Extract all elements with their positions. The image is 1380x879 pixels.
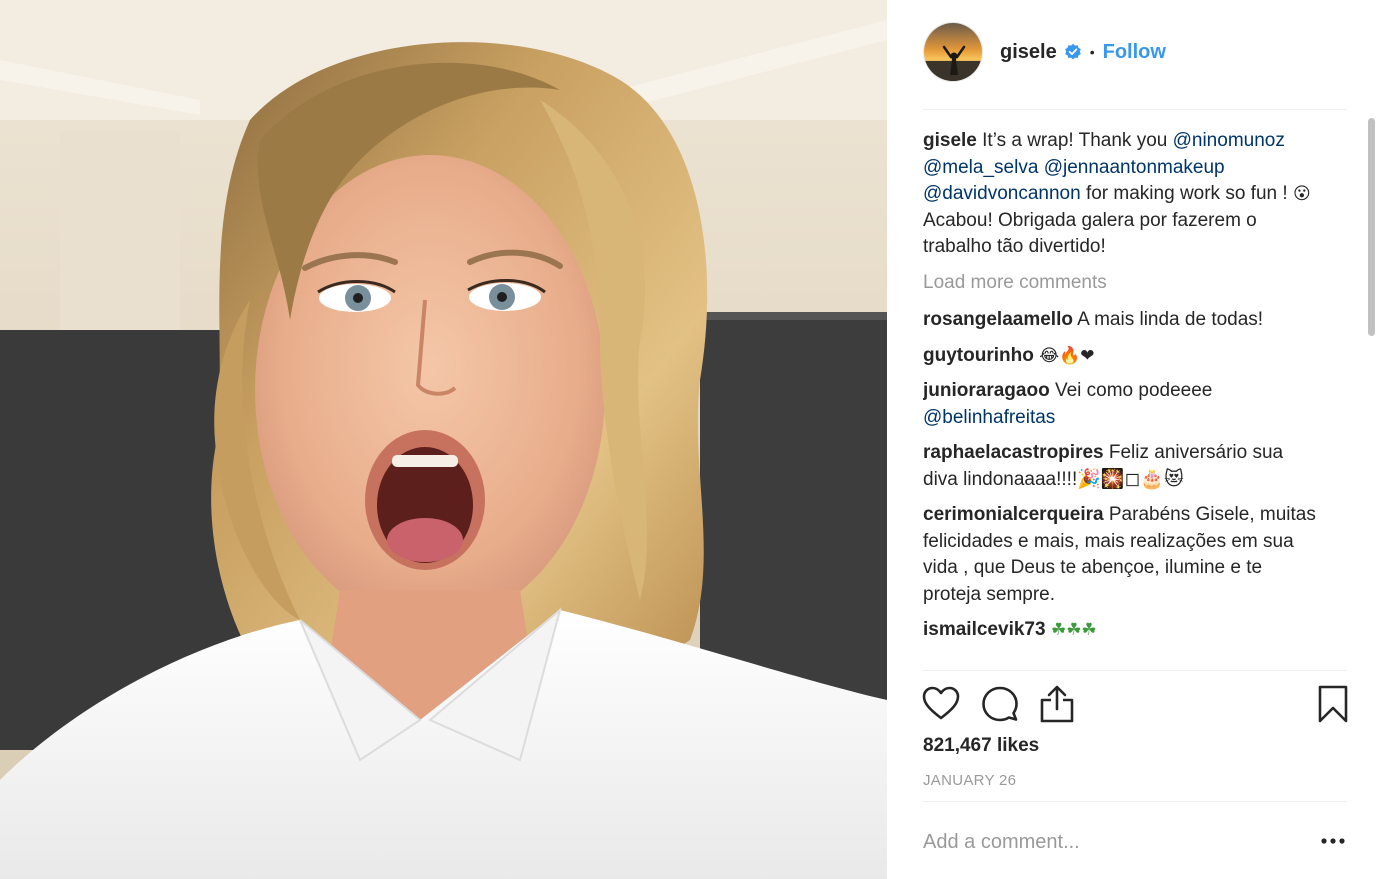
share-button[interactable] [1037,684,1077,724]
footer-divider [923,801,1347,802]
list-item: raphaelacastropires Feliz aniversário su… [923,440,1323,493]
scrollbar-thumb[interactable] [1368,118,1375,336]
list-item: rosangelaamello A mais linda de todas! [923,307,1323,334]
load-more-comments-button[interactable]: Load more comments [923,270,1323,297]
caption-username[interactable]: gisele [923,130,977,151]
mention-link[interactable]: @belinhafreitas [923,407,1055,428]
ellipsis-icon [1321,838,1345,844]
caption-text: for making work so fun ! [1080,183,1293,204]
comment-username[interactable]: cerimonialcerqueira [923,504,1104,525]
avatar-image [924,23,982,81]
comment-username[interactable]: ismailcevik73 [923,619,1046,640]
mention-link[interactable]: @davidvoncannon [923,183,1081,204]
post-photo-illustration [0,0,887,879]
comment-username[interactable]: rosangelaamello [923,309,1073,330]
comments-list[interactable]: gisele It’s a wrap! Thank you @ninomunoz… [923,128,1323,670]
comment-username[interactable]: junioraragaoo [923,380,1050,401]
likes-count[interactable]: 821,467 likes [923,735,1039,757]
comment-text: A mais linda de todas! [1072,309,1264,330]
comment-text: ☘☘☘ [1045,620,1097,640]
comment-bubble-icon [982,686,1018,722]
comment-button[interactable] [980,684,1020,724]
header-separator: • [1089,44,1095,60]
post-photo[interactable] [0,0,887,879]
list-item: cerimonialcerqueira Parabéns Gisele, mui… [923,502,1323,608]
like-button[interactable] [921,684,961,724]
comment-text: 😂🔥❤ [1033,345,1095,366]
caption-emoji: 😮 [1292,184,1311,204]
post-caption: gisele It’s a wrap! Thank you @ninomunoz… [923,128,1323,261]
add-comment-input[interactable] [923,826,1253,858]
comment-text: Vei como podeeee [1049,380,1213,401]
mention-link[interactable]: @jennaantonmakeup [1044,157,1225,178]
header-divider [923,109,1347,110]
post-author-username[interactable]: gisele [1000,41,1057,64]
post-header: gisele • Follow [923,22,1166,82]
bookmark-icon [1318,685,1348,723]
heart-icon [922,686,960,720]
more-options-button[interactable] [1319,834,1349,848]
comments-divider [923,670,1347,671]
save-button[interactable] [1313,684,1353,724]
avatar[interactable] [923,22,983,82]
list-item: guytourinho 😂🔥❤ [923,343,1323,370]
comment-username[interactable]: raphaelacastropires [923,442,1104,463]
list-item: junioraragaoo Vei como podeeee @belinhaf… [923,378,1323,431]
caption-text: Acabou! Obrigada galera por fazerem o tr… [923,209,1257,258]
post-actions [921,684,1348,726]
post-date[interactable]: JANUARY 26 [923,772,1016,789]
follow-button[interactable]: Follow [1103,41,1166,64]
mention-link[interactable]: @ninomunoz [1173,130,1285,151]
list-item: ismailcevik73 ☘☘☘ [923,617,1323,644]
comment-username[interactable]: guytourinho [923,345,1034,366]
share-icon [1040,685,1074,723]
comments-scrollbar[interactable] [1366,112,1377,670]
post-side-panel: gisele • Follow gisele It’s a wrap! Than… [887,0,1380,879]
caption-text: It’s a wrap! Thank you [976,130,1173,151]
verified-badge-icon [1064,43,1082,61]
mention-link[interactable]: @mela_selva [923,157,1038,178]
